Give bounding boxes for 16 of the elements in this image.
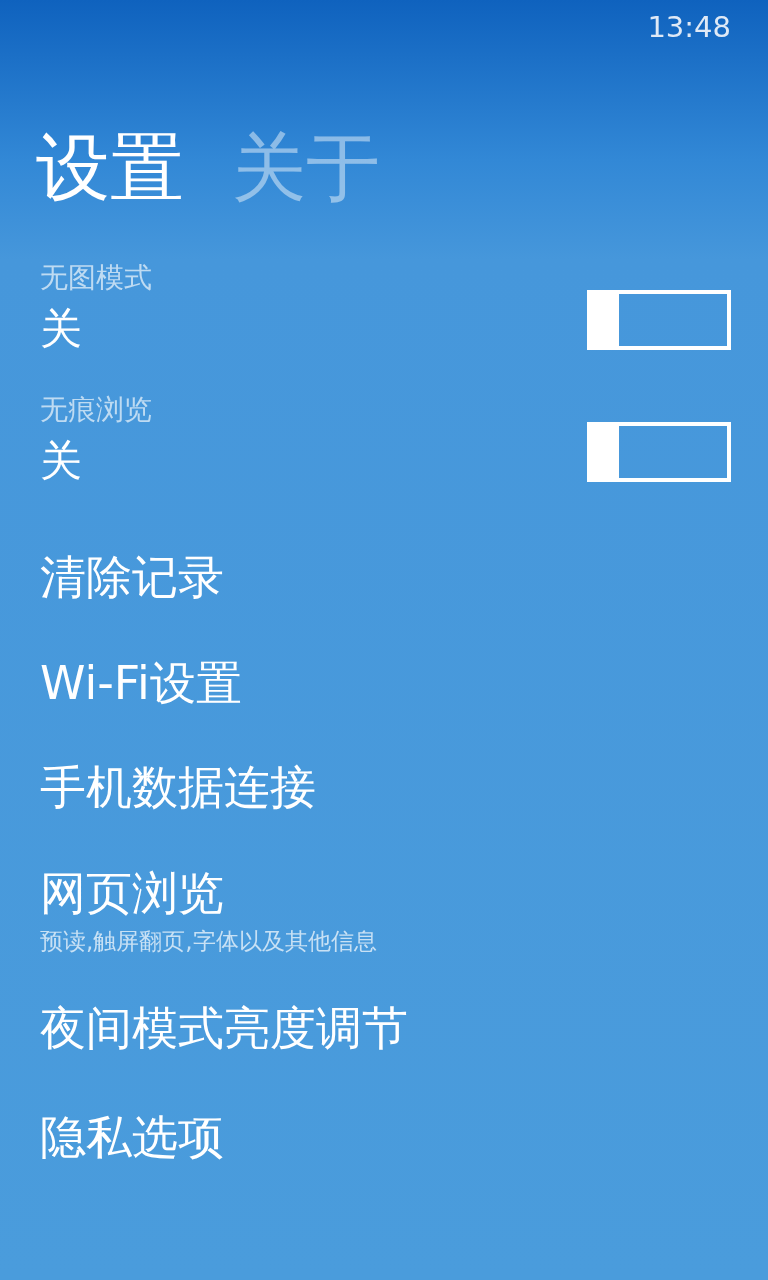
menu-item[interactable]: Wi-Fi设置: [40, 660, 731, 706]
setting-label: 无痕浏览: [40, 396, 152, 424]
menu-item[interactable]: 隐私选项: [40, 1114, 731, 1160]
menu-item[interactable]: 手机数据连接: [40, 764, 731, 810]
clock-time: 13:48: [647, 13, 731, 42]
setting-label: 无图模式: [40, 264, 152, 292]
setting-value: 关: [40, 440, 83, 482]
menu-item[interactable]: 清除记录: [40, 554, 731, 600]
toggle-switch[interactable]: [587, 290, 731, 350]
pivot-tab[interactable]: 设置: [36, 130, 184, 204]
menu-item[interactable]: 夜间模式亮度调节: [40, 1005, 731, 1051]
toggle-switch[interactable]: [587, 422, 731, 482]
setting-value: 关: [40, 308, 83, 350]
menu-item[interactable]: 网页浏览: [40, 870, 731, 916]
item-description: 预读,触屏翻页,字体以及其他信息: [40, 930, 378, 953]
pivot-tab[interactable]: 关于: [232, 130, 380, 204]
